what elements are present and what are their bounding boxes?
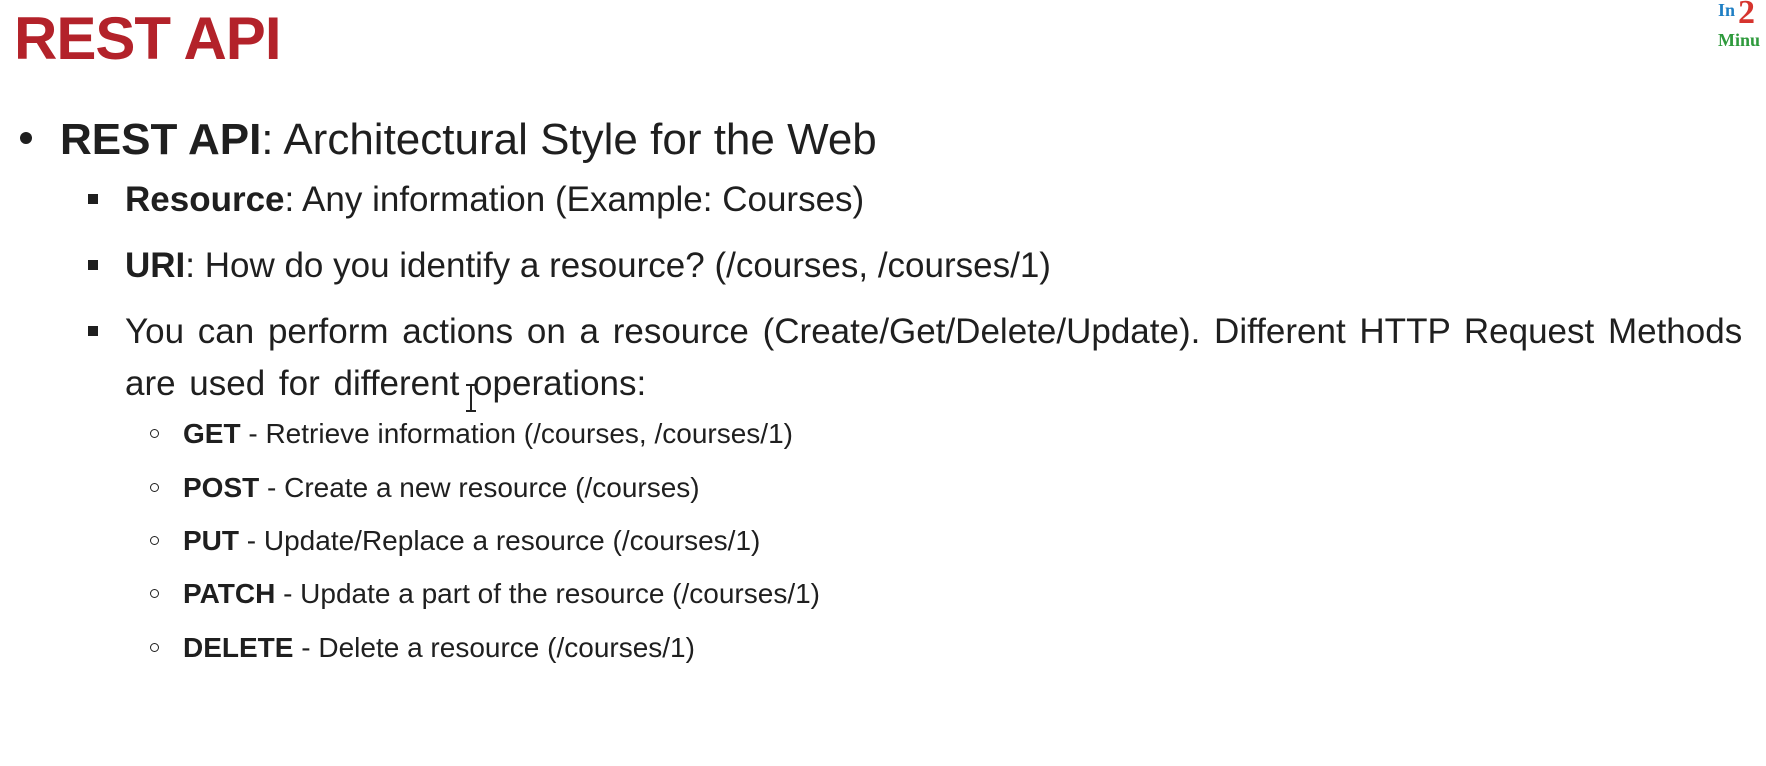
method-description: - Create a new resource (/courses) bbox=[259, 472, 700, 503]
method-description: - Update a part of the resource (/course… bbox=[275, 578, 820, 609]
method-item-get: GET - Retrieve information (/courses, /c… bbox=[150, 414, 793, 454]
sub-bullet-text: You can perform actions on a resource (C… bbox=[125, 312, 1743, 403]
method-description: - Retrieve information (/courses, /cours… bbox=[240, 418, 793, 449]
main-bullet-term: REST API bbox=[60, 115, 262, 164]
bullet-dot-icon bbox=[20, 132, 32, 145]
square-bullet-icon bbox=[88, 194, 98, 204]
method-item-delete: DELETE - Delete a resource (/courses/1) bbox=[150, 628, 695, 668]
method-item-post: POST - Create a new resource (/courses) bbox=[150, 468, 700, 508]
sub-bullet-term: URI bbox=[125, 246, 186, 285]
circle-bullet-icon bbox=[150, 589, 159, 598]
method-description: - Update/Replace a resource (/courses/1) bbox=[239, 525, 761, 556]
method-name: PUT bbox=[183, 525, 239, 556]
sub-bullet-term: Resource bbox=[125, 180, 285, 219]
circle-bullet-icon bbox=[150, 483, 159, 492]
method-item-patch: PATCH - Update a part of the resource (/… bbox=[150, 574, 820, 614]
circle-bullet-icon bbox=[150, 643, 159, 652]
method-description: - Delete a resource (/courses/1) bbox=[293, 632, 695, 663]
square-bullet-icon bbox=[88, 326, 98, 336]
sub-bullet-resource: Resource: Any information (Example: Cour… bbox=[88, 174, 1766, 226]
sub-bullet-text: : Any information (Example: Courses) bbox=[284, 180, 865, 219]
circle-bullet-icon bbox=[150, 536, 159, 545]
text-cursor-icon bbox=[466, 384, 476, 414]
method-name: DELETE bbox=[183, 632, 294, 663]
method-name: POST bbox=[183, 472, 260, 503]
sub-bullet-uri: URI: How do you identify a resource? (/c… bbox=[88, 240, 1766, 292]
method-name: GET bbox=[183, 418, 241, 449]
method-item-put: PUT - Update/Replace a resource (/course… bbox=[150, 521, 760, 561]
sub-bullet-actions: You can perform actions on a resource (C… bbox=[88, 306, 1766, 410]
sub-bullet-text: : How do you identify a resource? (/cour… bbox=[185, 246, 1051, 285]
main-bullet: REST API: Architectural Style for the We… bbox=[20, 110, 877, 170]
circle-bullet-icon bbox=[150, 429, 159, 438]
square-bullet-icon bbox=[88, 260, 98, 270]
main-bullet-text: : Architectural Style for the Web bbox=[261, 115, 877, 164]
method-name: PATCH bbox=[183, 578, 276, 609]
slide-content: REST API: Architectural Style for the We… bbox=[0, 0, 1766, 766]
